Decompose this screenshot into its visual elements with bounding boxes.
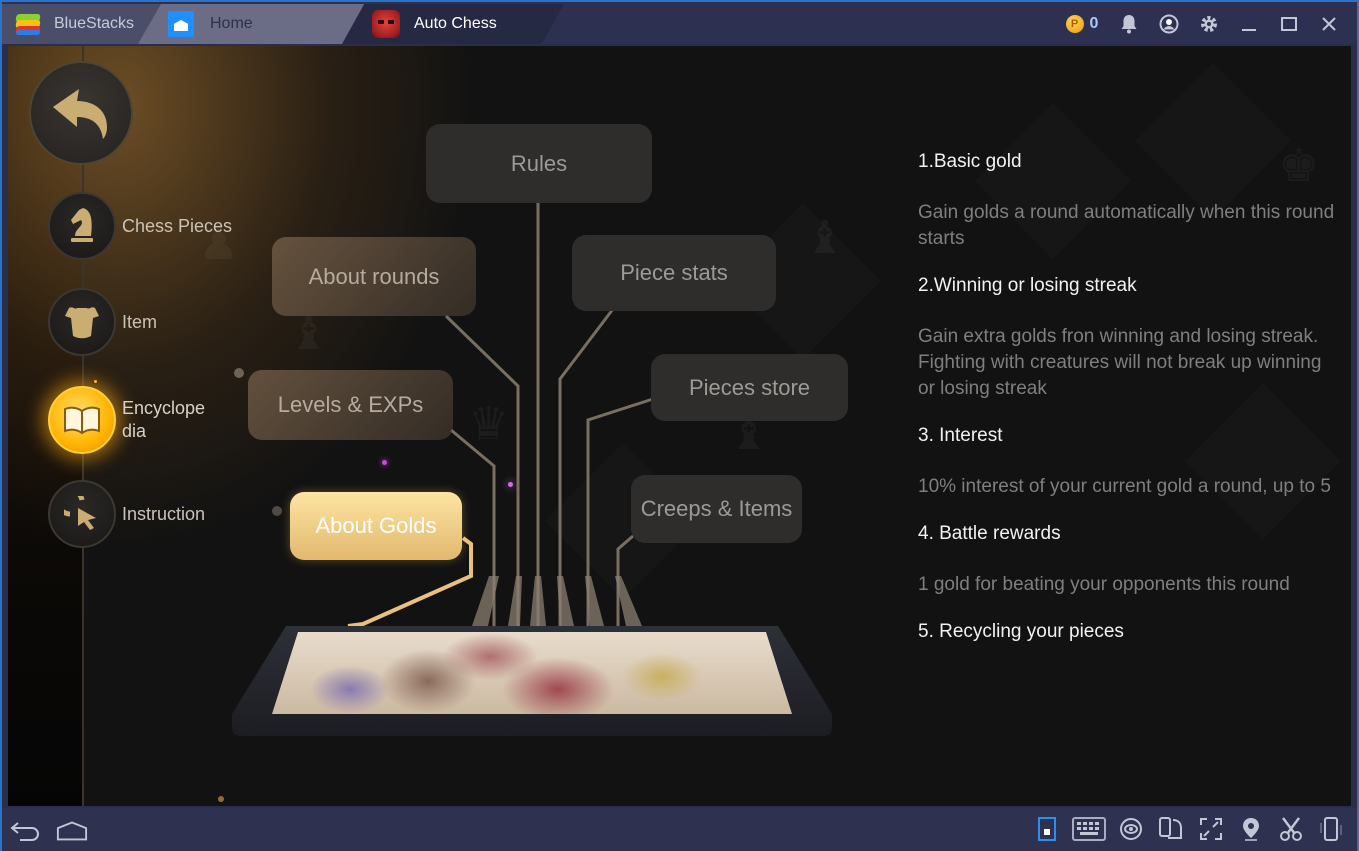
game-viewport: ♚ ♝ ♟ ♝ ♛ ♝	[8, 46, 1351, 806]
pointer-cursor-icon	[64, 496, 96, 530]
minimize-button[interactable]	[1229, 4, 1269, 44]
fullscreen-button[interactable]	[1195, 814, 1227, 844]
sidebar-item-label: Instruction	[122, 503, 206, 524]
gear-icon	[1201, 16, 1217, 32]
rotate-screen-icon	[1159, 817, 1182, 839]
sidebar-item-instruction[interactable]: Instruction	[48, 480, 205, 548]
android-back-icon	[10, 822, 39, 841]
location-pin-icon	[1243, 818, 1259, 841]
topic-creeps-items[interactable]: Creeps & Items	[631, 475, 802, 543]
bell-icon	[1121, 15, 1137, 34]
back-button[interactable]	[29, 61, 133, 165]
nav-circle	[48, 288, 116, 356]
android-home-icon	[56, 821, 88, 841]
game-controls-icon	[1038, 817, 1056, 841]
section-body: Gain extra golds fron winning and losing…	[918, 326, 1322, 399]
nav-circle	[48, 480, 116, 548]
android-nav	[10, 816, 88, 846]
sparkle	[234, 368, 244, 378]
topic-pieces-store[interactable]: Pieces store	[651, 354, 848, 421]
label-line: dia	[122, 421, 147, 441]
account-button[interactable]	[1149, 4, 1189, 44]
fullscreen-icon	[1200, 818, 1222, 840]
about-golds-content: 1.Basic gold Gain golds a round automati…	[918, 150, 1338, 670]
tab-auto-chess-label: Auto Chess	[414, 15, 497, 32]
section-heading: 2.Winning or losing streak	[918, 275, 1137, 296]
toolbar-actions	[1031, 814, 1347, 844]
rotate-screen-button[interactable]	[1155, 814, 1187, 844]
armor-icon	[65, 307, 99, 339]
nav-circle-active	[48, 386, 116, 454]
section-heading: 4. Battle rewards	[918, 523, 1061, 544]
auto-chess-app-icon	[372, 10, 400, 38]
section-body: 10% interest of your current gold a roun…	[918, 476, 1331, 497]
window-controls: P 0	[1055, 4, 1349, 44]
tab-home[interactable]: Home	[138, 4, 368, 44]
sparkle	[508, 482, 513, 487]
sidebar-item-label: Encyclope dia	[122, 397, 205, 443]
sparkle	[382, 460, 387, 465]
scissors-icon	[1280, 817, 1302, 841]
eye-button[interactable]	[1115, 814, 1147, 844]
nav-circle	[48, 192, 116, 260]
account-icon	[1159, 14, 1179, 34]
coin-count: 0	[1089, 15, 1099, 32]
coin-balance[interactable]: P 0	[1055, 15, 1109, 33]
game-art-image	[272, 632, 792, 714]
tablet-illustration	[232, 626, 832, 736]
keyboard-icon	[1072, 817, 1106, 841]
label-line: Encyclope	[122, 398, 206, 418]
eye-icon	[1120, 818, 1142, 840]
fan-ray	[530, 576, 546, 626]
minimize-icon	[1242, 29, 1256, 31]
sidebar-item-item[interactable]: Item	[48, 288, 157, 356]
bluestacks-logo-icon	[14, 12, 42, 36]
android-back-button[interactable]	[10, 816, 42, 846]
sparkle	[94, 380, 97, 383]
settings-button[interactable]	[1189, 4, 1229, 44]
maximize-button[interactable]	[1269, 4, 1309, 44]
topic-piece-stats[interactable]: Piece stats	[572, 235, 776, 311]
sidebar-item-chess-pieces[interactable]: Chess Pieces	[48, 192, 232, 260]
sidebar-item-label: Chess Pieces	[122, 215, 233, 236]
section-body: 1 gold for beating your opponents this r…	[918, 574, 1290, 595]
knight-icon	[71, 208, 93, 242]
maximize-icon	[1281, 17, 1297, 31]
tab-auto-chess[interactable]: Auto Chess	[342, 4, 564, 44]
close-button[interactable]	[1309, 4, 1349, 44]
bottom-toolbar	[2, 808, 1357, 851]
home-icon	[168, 11, 194, 37]
topic-rules[interactable]: Rules	[426, 124, 652, 203]
shake-device-icon	[1320, 817, 1342, 841]
keyboard-button[interactable]	[1071, 814, 1107, 844]
title-bar: BlueStacks Home Auto Chess P 0	[2, 2, 1357, 44]
game-controls-button[interactable]	[1031, 814, 1063, 844]
android-home-button[interactable]	[56, 816, 88, 846]
section-heading: 1.Basic gold	[918, 151, 1022, 172]
topic-levels-exps[interactable]: Levels & EXPs	[248, 370, 453, 440]
notifications-button[interactable]	[1109, 4, 1149, 44]
topic-about-golds[interactable]: About Golds	[290, 492, 462, 560]
section-body: Gain golds a round automatically when th…	[918, 202, 1335, 249]
sparkle	[272, 506, 282, 516]
bluestacks-window: BlueStacks Home Auto Chess P 0 Chess Pie…	[0, 0, 1359, 851]
section-heading: 5. Recycling your pieces	[918, 621, 1124, 642]
topic-about-rounds[interactable]: About rounds	[272, 237, 476, 316]
back-arrow-icon	[53, 89, 107, 139]
sidebar-item-label: Item	[122, 311, 158, 332]
close-icon	[1322, 17, 1336, 31]
connector-about-rounds	[444, 314, 520, 626]
book-icon	[64, 406, 100, 435]
fan-ray	[508, 576, 522, 626]
section-heading: 3. Interest	[918, 425, 1003, 446]
app-name: BlueStacks	[54, 15, 135, 32]
screenshot-button[interactable]	[1275, 814, 1307, 844]
tab-home-label: Home	[210, 15, 253, 32]
bluestacks-brand-tab[interactable]: BlueStacks	[2, 4, 162, 44]
shake-button[interactable]	[1315, 814, 1347, 844]
coin-icon: P	[1065, 15, 1084, 33]
sparkle	[218, 796, 224, 802]
sidebar-item-encyclopedia[interactable]: Encyclope dia	[48, 386, 205, 454]
location-button[interactable]	[1235, 814, 1267, 844]
